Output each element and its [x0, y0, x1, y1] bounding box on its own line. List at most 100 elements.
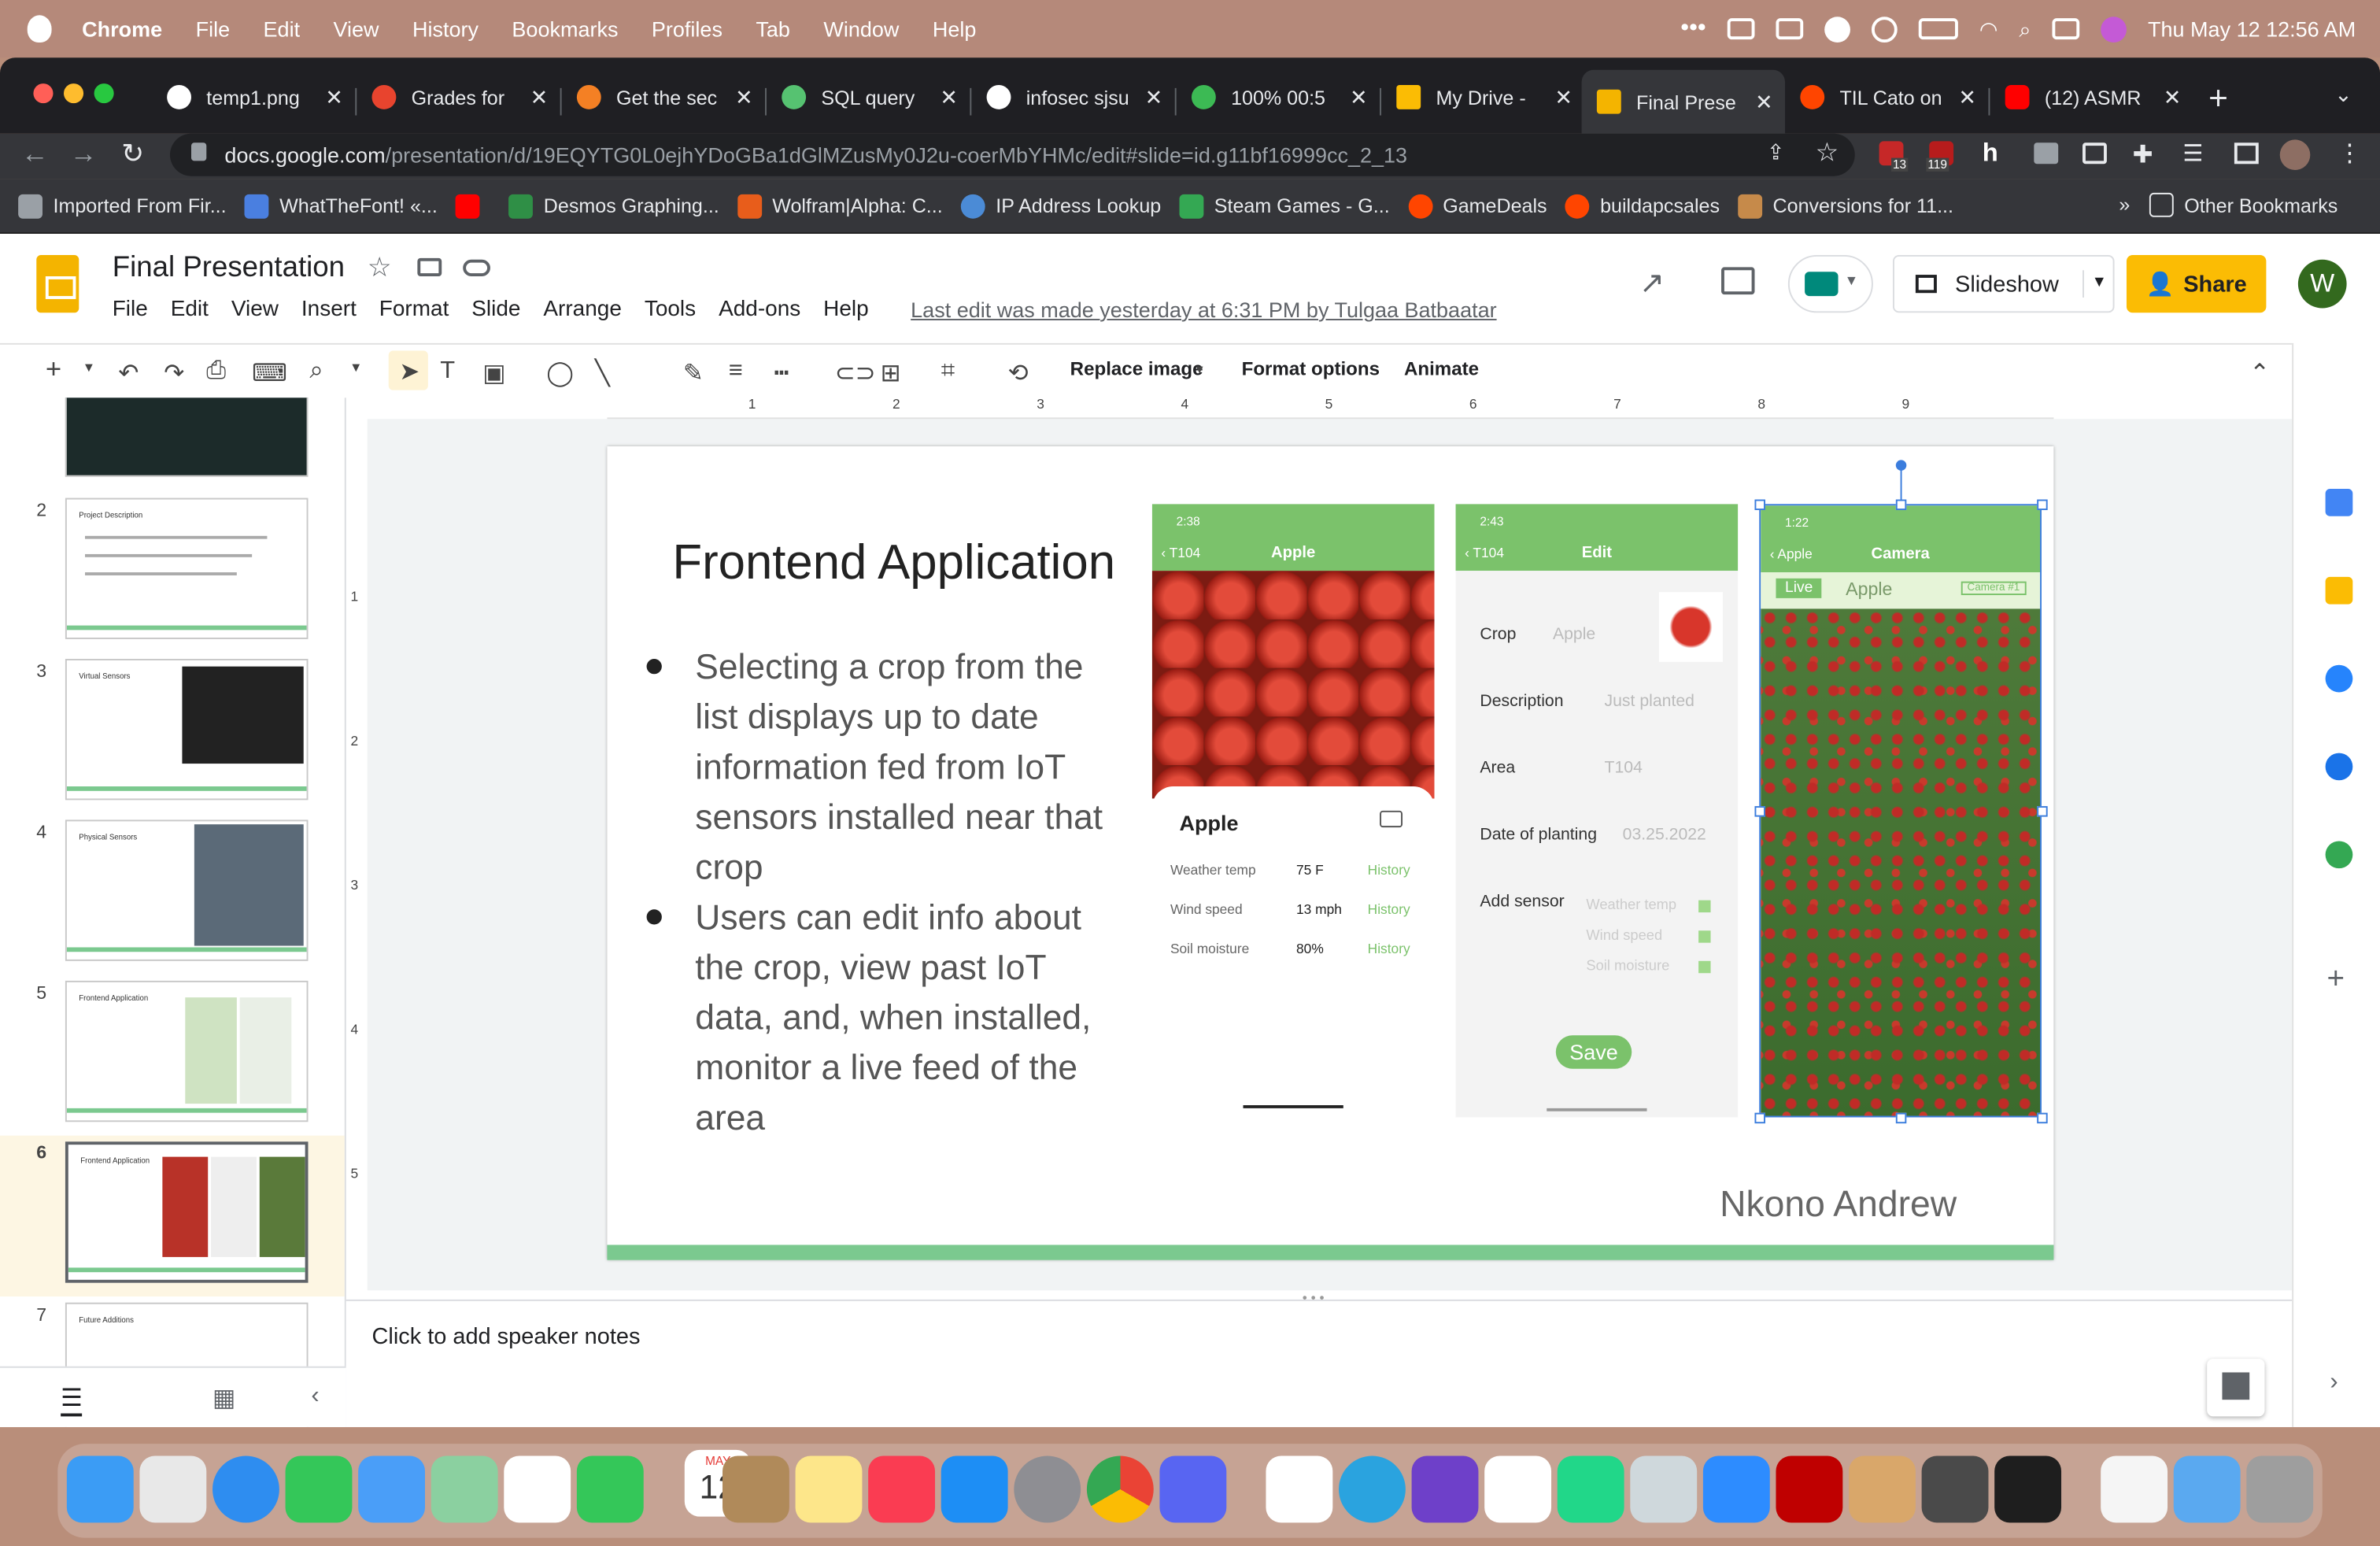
phone-screenshot-crop-detail[interactable]: 2:38 ‹ T104 Apple Apple Weather temp 75 F Hi… — [1151, 504, 1435, 1118]
menu-edit[interactable]: Edit — [171, 298, 209, 322]
notes-resize-handle[interactable]: • • • — [1303, 1290, 1325, 1305]
mail-icon[interactable] — [358, 1455, 426, 1523]
trash-icon[interactable] — [2246, 1455, 2314, 1523]
slide-thumbnail-5[interactable]: Frontend Application — [65, 980, 309, 1123]
redo-icon[interactable]: ↷ — [164, 358, 184, 389]
profile-avatar-icon[interactable] — [2279, 139, 2311, 171]
menu-history[interactable]: History — [412, 17, 479, 41]
crop-icon[interactable]: ⌗ — [941, 358, 955, 386]
filezilla-icon[interactable] — [1776, 1455, 1843, 1523]
search-icon[interactable]: ⌕ — [2019, 16, 2031, 42]
close-icon[interactable]: ✕ — [1350, 84, 1368, 110]
back-button[interactable]: ← — [21, 139, 49, 171]
extension-icon[interactable] — [2034, 142, 2059, 165]
chrome-menu-icon[interactable]: ⋮ — [2338, 139, 2362, 169]
share-page-icon[interactable]: ⇪ — [1767, 139, 1785, 165]
slideshow-options-icon[interactable]: ▾ — [2082, 270, 2104, 298]
reset-image-icon[interactable]: ⟲ — [1008, 358, 1029, 389]
extensions-puzzle-icon[interactable]: ✚ — [2133, 139, 2153, 170]
archive-utility-icon[interactable] — [1849, 1455, 1916, 1523]
collapse-panel-icon[interactable]: ‹ — [311, 1383, 319, 1411]
menu-profiles[interactable]: Profiles — [652, 17, 722, 41]
bookmark-steam[interactable]: Steam Games - G... — [1179, 193, 1390, 218]
maps-icon[interactable] — [431, 1455, 498, 1523]
chevron-down-icon[interactable]: ▾ — [85, 360, 93, 376]
close-icon[interactable]: ✕ — [2164, 84, 2182, 110]
add-addon-icon[interactable]: + — [2327, 963, 2345, 997]
menu-slide[interactable]: Slide — [471, 298, 520, 322]
slideshow-button[interactable]: Slideshow ▾ — [1892, 255, 2115, 313]
bookmark-star-icon[interactable]: ☆ — [1816, 139, 1839, 169]
music-icon[interactable] — [868, 1455, 936, 1523]
downloads-folder-icon[interactable] — [2173, 1455, 2241, 1523]
close-icon[interactable]: ✕ — [1145, 84, 1163, 110]
menubar-clock[interactable]: Thu May 12 12:56 AM — [2148, 17, 2356, 41]
bookmark-wolfram[interactable]: Wolfram|Alpha: C... — [737, 193, 943, 218]
location-icon[interactable] — [1824, 16, 1850, 43]
speaker-notes-placeholder[interactable]: Click to add speaker notes — [372, 1324, 641, 1350]
contacts-icon[interactable] — [2325, 753, 2353, 781]
cloud-saved-icon[interactable] — [463, 259, 490, 277]
minimize-window-button[interactable] — [64, 83, 84, 104]
bookmark-conversions[interactable]: Conversions for 11... — [1738, 193, 1953, 218]
close-icon[interactable]: ✕ — [1554, 84, 1572, 110]
slides-home-icon[interactable] — [36, 255, 79, 313]
lock-icon[interactable] — [191, 142, 207, 161]
slide-thumbnail-1[interactable] — [65, 398, 309, 477]
tab-final-presentation[interactable]: Final Prese ✕ — [1581, 69, 1786, 134]
side-panel-icon[interactable] — [2234, 142, 2259, 165]
phone-screenshot-camera[interactable]: 1:22 ‹ Apple Camera Live Apple Camera #1 — [1759, 504, 2042, 1118]
close-icon[interactable]: ✕ — [735, 84, 753, 110]
meet-button[interactable]: ▾ — [1787, 255, 1873, 313]
bookmark-buildapcsales[interactable]: buildapcsales — [1565, 193, 1720, 218]
extension-h-icon[interactable]: h — [1983, 139, 1998, 169]
facetime-icon[interactable] — [576, 1455, 644, 1523]
animate-button[interactable]: Animate — [1404, 358, 1479, 379]
menu-view[interactable]: View — [334, 17, 379, 41]
bookmark-desmos[interactable]: Desmos Graphing... — [508, 193, 719, 218]
select-cursor-icon[interactable]: ➤ — [388, 350, 428, 390]
menu-edit[interactable]: Edit — [264, 17, 301, 41]
speaker-notes[interactable]: • • • Click to add speaker notes — [346, 1290, 2293, 1427]
reload-button[interactable]: ↻ — [121, 139, 144, 171]
github-icon[interactable] — [1411, 1455, 1479, 1523]
siri-icon[interactable] — [2101, 16, 2127, 43]
border-dash-icon[interactable]: ┅ — [774, 358, 789, 389]
migration-icon[interactable] — [1630, 1455, 1698, 1523]
print-icon[interactable]: ⎙ — [206, 358, 226, 386]
explore-button[interactable] — [2207, 1359, 2265, 1417]
photos-icon[interactable] — [504, 1455, 571, 1523]
vscode-icon[interactable] — [1484, 1455, 1552, 1523]
menu-tab[interactable]: Tab — [756, 17, 790, 41]
reading-list-icon[interactable]: ☰ — [2182, 139, 2203, 167]
zoom-icon[interactable] — [1702, 1455, 1770, 1523]
bookmark-whatthefont[interactable]: WhatTheFont! «... — [244, 193, 438, 218]
slide-author[interactable]: Nkono Andrew — [1720, 1184, 1957, 1226]
rotate-handle[interactable] — [1895, 460, 1907, 471]
keep-icon[interactable] — [2325, 576, 2353, 605]
address-bar[interactable]: docs.google.com/presentation/d/19EQYTG0L… — [170, 133, 1855, 176]
menu-help[interactable]: Help — [823, 298, 869, 322]
line-icon[interactable]: ╲ — [595, 358, 610, 389]
menu-file[interactable]: File — [196, 17, 231, 41]
pen-icon[interactable]: ✎ — [683, 358, 704, 389]
move-folder-icon[interactable] — [417, 257, 442, 277]
safari-icon[interactable] — [213, 1455, 279, 1523]
system-preferences-icon[interactable] — [1014, 1455, 1081, 1523]
battery-icon[interactable] — [1918, 18, 1958, 40]
close-icon[interactable]: ✕ — [325, 84, 343, 110]
tab-youtube[interactable]: (12) ASMR ✕ — [1990, 73, 2193, 122]
menu-help[interactable]: Help — [933, 17, 977, 41]
tab-reddit[interactable]: TIL Cato on ✕ — [1785, 73, 1988, 122]
undo-icon[interactable]: ↶ — [118, 358, 139, 389]
document-icon[interactable] — [2101, 1455, 2168, 1523]
shape-icon[interactable]: ◯ — [546, 358, 574, 389]
slide-thumbnail-6-selected[interactable]: Frontend Application — [65, 1141, 309, 1283]
tasks-icon[interactable] — [2325, 664, 2353, 693]
calendar-icon[interactable] — [2325, 489, 2353, 516]
menu-insert[interactable]: Insert — [301, 298, 357, 322]
replace-image-button[interactable]: Replace image — [1070, 358, 1203, 379]
slide-title[interactable]: Frontend Application — [672, 534, 1115, 590]
menu-bookmarks[interactable]: Bookmarks — [512, 17, 618, 41]
account-avatar[interactable]: W — [2297, 259, 2347, 309]
